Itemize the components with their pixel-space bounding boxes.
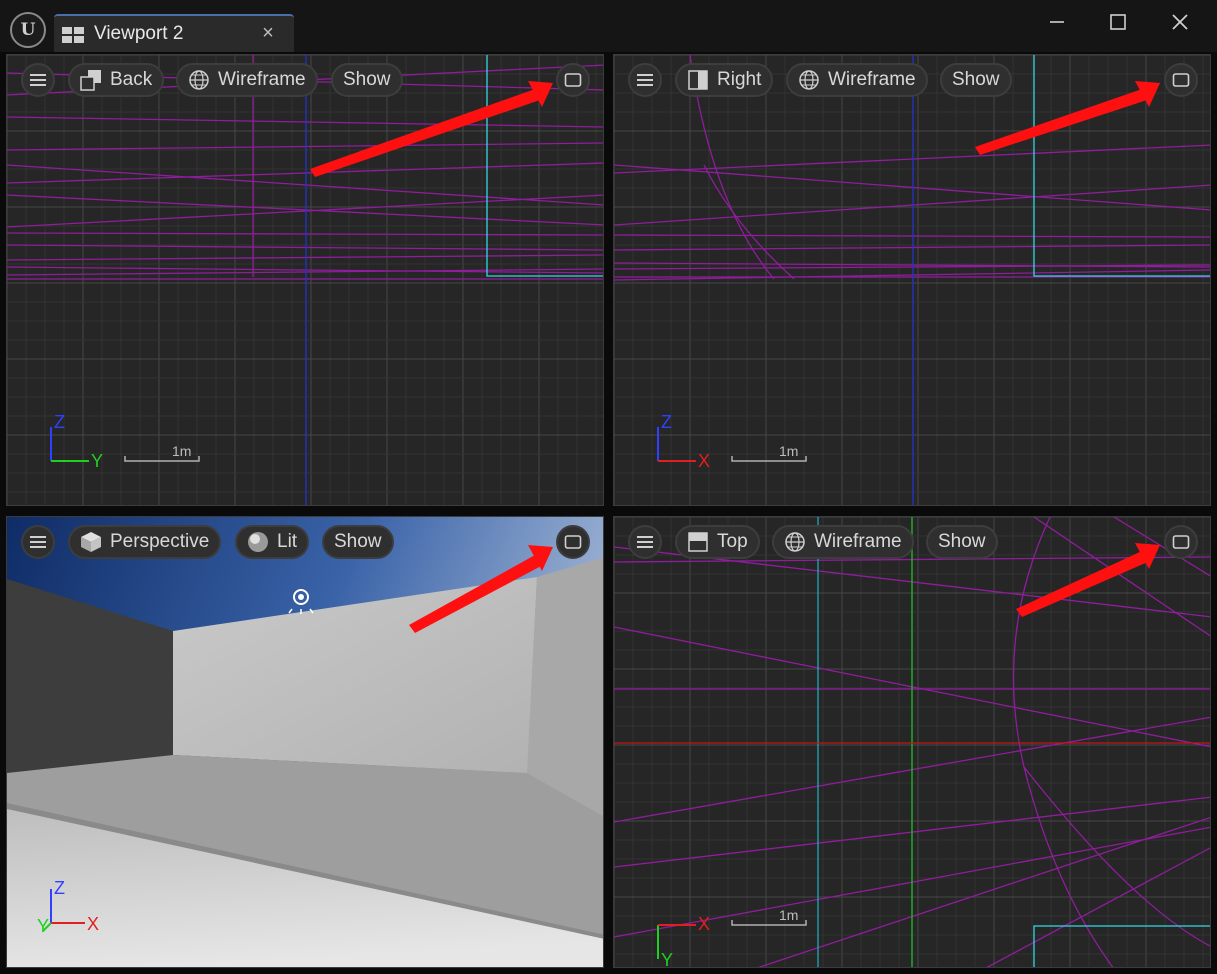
show-label: Show [952, 69, 1000, 90]
minimize-button[interactable] [1037, 8, 1077, 38]
close-window-button[interactable] [1160, 8, 1200, 38]
axis-label-z: Z [54, 412, 65, 432]
viewport-layout-icon [62, 27, 84, 43]
axis-label-y: Y [661, 950, 674, 968]
view-mode-button[interactable]: Wireframe [786, 63, 928, 97]
unreal-logo-icon[interactable]: U [10, 12, 46, 48]
view-mode-button[interactable]: Wireframe [772, 525, 914, 559]
maximize-viewport-button[interactable] [1164, 63, 1198, 97]
scale-label: 1m [172, 443, 192, 459]
close-tab-icon[interactable]: × [258, 22, 278, 45]
wireframe-sphere-icon [784, 531, 806, 553]
view-type-button[interactable]: Right [675, 63, 774, 97]
viewport-right[interactable]: Right Wireframe Show Z X 1m [613, 54, 1211, 506]
show-label: Show [334, 531, 382, 552]
view-mode-button[interactable]: Wireframe [176, 63, 318, 97]
lit-sphere-icon [247, 531, 269, 553]
viewport-menu-button[interactable] [21, 63, 55, 97]
viewport-perspective-canvas[interactable] [7, 517, 604, 968]
viewport-top-canvas[interactable] [614, 517, 1211, 968]
viewport-right-canvas[interactable] [614, 55, 1211, 506]
axis-label-x: X [698, 914, 711, 934]
tab-title: Viewport 2 [94, 23, 184, 44]
viewport-menu-button[interactable] [21, 525, 55, 559]
view-type-label: Back [110, 69, 153, 90]
maximize-viewport-icon [1172, 73, 1190, 87]
maximize-window-button[interactable] [1098, 8, 1138, 38]
scale-label: 1m [779, 907, 799, 923]
tab-viewport-2[interactable]: Viewport 2 × [54, 14, 294, 52]
view-type-button[interactable]: Back [68, 63, 165, 97]
top-view-icon [687, 531, 709, 553]
scale-label: 1m [779, 443, 799, 459]
maximize-window-icon [1110, 14, 1126, 30]
viewport-menu-button[interactable] [628, 525, 662, 559]
maximize-viewport-button[interactable] [556, 525, 590, 559]
close-window-icon [1172, 14, 1188, 30]
hamburger-icon [30, 536, 46, 548]
view-mode-button[interactable]: Lit [235, 525, 310, 559]
minimize-icon [1050, 21, 1064, 23]
hamburger-icon [30, 74, 46, 86]
view-mode-label: Lit [277, 531, 298, 552]
show-label: Show [343, 69, 391, 90]
right-view-icon [687, 69, 709, 91]
axis-label-y: Y [91, 451, 104, 471]
show-button[interactable]: Show [940, 63, 1012, 97]
axis-label-z: Z [661, 412, 672, 432]
axis-label-z: Z [54, 878, 65, 898]
hamburger-icon [637, 74, 653, 86]
cube-icon [80, 531, 102, 553]
view-mode-label: Wireframe [828, 69, 916, 90]
view-type-label: Perspective [110, 531, 210, 552]
view-type-button[interactable]: Perspective [68, 525, 222, 559]
viewport-perspective[interactable]: Perspective Lit Show Z X Y [6, 516, 604, 968]
wireframe-sphere-icon [798, 69, 820, 91]
view-type-label: Top [717, 531, 748, 552]
back-view-icon [80, 69, 102, 91]
show-button[interactable]: Show [331, 63, 403, 97]
maximize-viewport-icon [1172, 535, 1190, 549]
axis-label-x: X [698, 451, 711, 471]
show-button[interactable]: Show [926, 525, 998, 559]
wireframe-sphere-icon [188, 69, 210, 91]
view-type-label: Right [717, 69, 762, 90]
maximize-viewport-icon [564, 73, 582, 87]
viewport-menu-button[interactable] [628, 63, 662, 97]
viewport-back-canvas[interactable] [7, 55, 604, 506]
hamburger-icon [637, 536, 653, 548]
maximize-viewport-button[interactable] [1164, 525, 1198, 559]
axis-label-x: X [87, 914, 100, 934]
show-button[interactable]: Show [322, 525, 394, 559]
maximize-viewport-button[interactable] [556, 63, 590, 97]
title-bar: U Viewport 2 × [0, 0, 1217, 52]
viewport-top[interactable]: Top Wireframe Show X Y 1m [613, 516, 1211, 968]
axis-label-y: Y [37, 916, 50, 936]
view-mode-label: Wireframe [814, 531, 902, 552]
view-type-button[interactable]: Top [675, 525, 760, 559]
view-mode-label: Wireframe [218, 69, 306, 90]
maximize-viewport-icon [564, 535, 582, 549]
show-label: Show [938, 531, 986, 552]
viewport-back[interactable]: Back Wireframe Show Z Y 1m [6, 54, 604, 506]
